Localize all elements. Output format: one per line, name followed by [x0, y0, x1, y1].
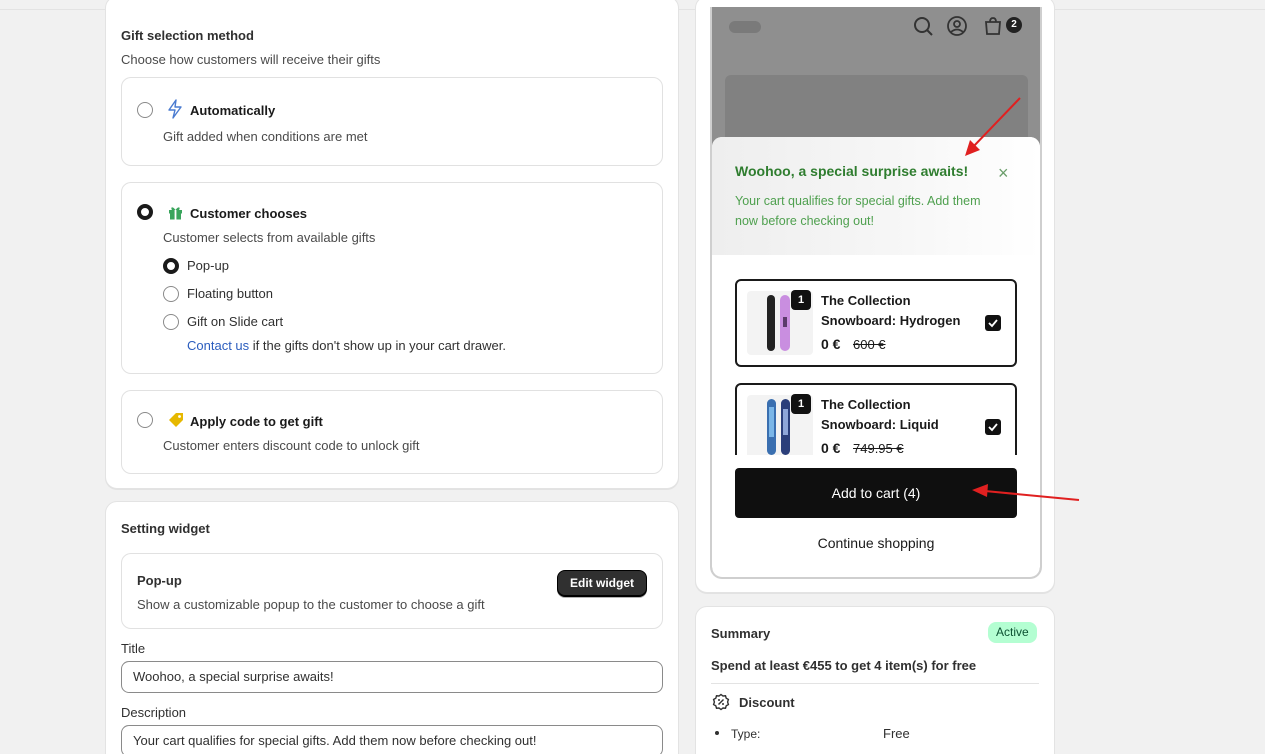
product-card[interactable]: 1 The Collection Snowboard: Hydrogen 0 €…: [735, 279, 1017, 367]
gift-popup: Woohoo, a special surprise awaits! × You…: [712, 137, 1040, 577]
cart-count-badge: 2: [1006, 17, 1022, 33]
option-desc: Customer selects from available gifts: [163, 230, 376, 245]
popup-description: Your cart qualifies for special gifts. A…: [735, 194, 981, 228]
checkmark-icon: [988, 423, 998, 432]
account-icon: [947, 16, 967, 36]
phone-preview: 2 Woohoo, a special surprise awaits! × Y…: [710, 7, 1042, 579]
option-desc: Gift added when conditions are met: [163, 129, 368, 144]
product-card[interactable]: 1 The Collection Snowboard: Liquid 0 € 7…: [735, 383, 1017, 455]
tag-icon: [169, 413, 183, 427]
widget-title: Setting widget: [121, 521, 210, 536]
gift-method-subtitle: Choose how customers will receive their …: [121, 52, 381, 67]
radio-popup[interactable]: [163, 258, 179, 274]
radio-slide-cart[interactable]: [163, 314, 179, 330]
product-list: 1 The Collection Snowboard: Hydrogen 0 €…: [712, 255, 1040, 455]
radio-customer-chooses[interactable]: [137, 204, 153, 220]
edit-widget-button[interactable]: Edit widget: [557, 570, 647, 597]
title-label: Title: [121, 641, 146, 656]
quantity-badge: 1: [791, 290, 811, 310]
quantity-badge: 1: [791, 394, 811, 414]
discount-title: Discount: [739, 695, 795, 710]
option-apply-code[interactable]: Apply code to get gift Customer enters d…: [121, 390, 663, 474]
product-old-price: 749.95 €: [853, 441, 904, 455]
add-to-cart-button[interactable]: Add to cart (4): [735, 468, 1017, 518]
description-input[interactable]: Your cart qualifies for special gifts. A…: [121, 725, 663, 754]
gift-method-title: Gift selection method: [121, 28, 254, 43]
product-price: 0 €: [821, 336, 841, 352]
store-header: 2: [712, 7, 1040, 57]
slide-cart-label: Gift on Slide cart: [187, 314, 284, 329]
gift-icon: [169, 207, 182, 220]
option-title: Customer chooses: [190, 206, 308, 221]
radio-apply-code[interactable]: [137, 412, 153, 428]
contact-note-text: if the gifts don't show up in your cart …: [249, 338, 506, 353]
product-checkbox[interactable]: [985, 419, 1001, 435]
option-title: Apply code to get gift: [190, 414, 323, 429]
store-logo-placeholder: [729, 21, 761, 33]
radio-floating-button[interactable]: [163, 286, 179, 302]
product-checkbox[interactable]: [985, 315, 1001, 331]
popup-setting-box: Pop-up Show a customizable popup to the …: [121, 553, 663, 629]
cart-icon: [985, 17, 1001, 35]
preview-card: 2 Woohoo, a special surprise awaits! × Y…: [695, 0, 1055, 593]
radio-automatically[interactable]: [137, 102, 153, 118]
option-title: Automatically: [190, 103, 276, 118]
continue-shopping-link[interactable]: Continue shopping: [735, 535, 1017, 551]
summary-divider: [711, 683, 1039, 684]
lightning-icon: [168, 99, 182, 119]
product-name: The Collection Snowboard: Liquid: [821, 397, 939, 432]
product-old-price: 600 €: [853, 337, 886, 352]
summary-headline: Spend at least €455 to get 4 item(s) for…: [711, 658, 977, 673]
contact-note: Contact us if the gifts don't show up in…: [187, 338, 506, 353]
popup-box-title: Pop-up: [137, 573, 182, 588]
option-customer-chooses[interactable]: Customer chooses Customer selects from a…: [121, 182, 663, 374]
type-value: Free: [883, 726, 910, 741]
gift-selection-card: Gift selection method Choose how custome…: [105, 0, 679, 489]
popup-header: Woohoo, a special surprise awaits! × You…: [712, 137, 1040, 255]
summary-card: Summary Active Spend at least €455 to ge…: [695, 606, 1055, 754]
bullet-icon: [715, 731, 719, 735]
option-automatically[interactable]: Automatically Gift added when conditions…: [121, 77, 663, 166]
popup-title: Woohoo, a special surprise awaits!: [735, 163, 969, 179]
checkmark-icon: [988, 319, 998, 328]
popup-label: Pop-up: [187, 258, 229, 273]
setting-widget-card: Setting widget Pop-up Show a customizabl…: [105, 501, 679, 754]
popup-box-desc: Show a customizable popup to the custome…: [137, 597, 485, 612]
summary-title: Summary: [711, 626, 771, 641]
description-label: Description: [121, 705, 187, 720]
search-icon: [914, 17, 933, 36]
status-badge: Active: [988, 622, 1037, 643]
discount-icon: [712, 693, 730, 711]
product-price: 0 €: [821, 440, 841, 455]
title-input[interactable]: Woohoo, a special surprise awaits!: [121, 661, 663, 693]
type-label: Type:: [731, 727, 761, 741]
close-icon[interactable]: ×: [998, 164, 1009, 182]
option-desc: Customer enters discount code to unlock …: [163, 438, 420, 453]
product-name: The Collection Snowboard: Hydrogen: [821, 293, 961, 328]
contact-us-link[interactable]: Contact us: [187, 338, 249, 353]
floating-button-label: Floating button: [187, 286, 274, 301]
